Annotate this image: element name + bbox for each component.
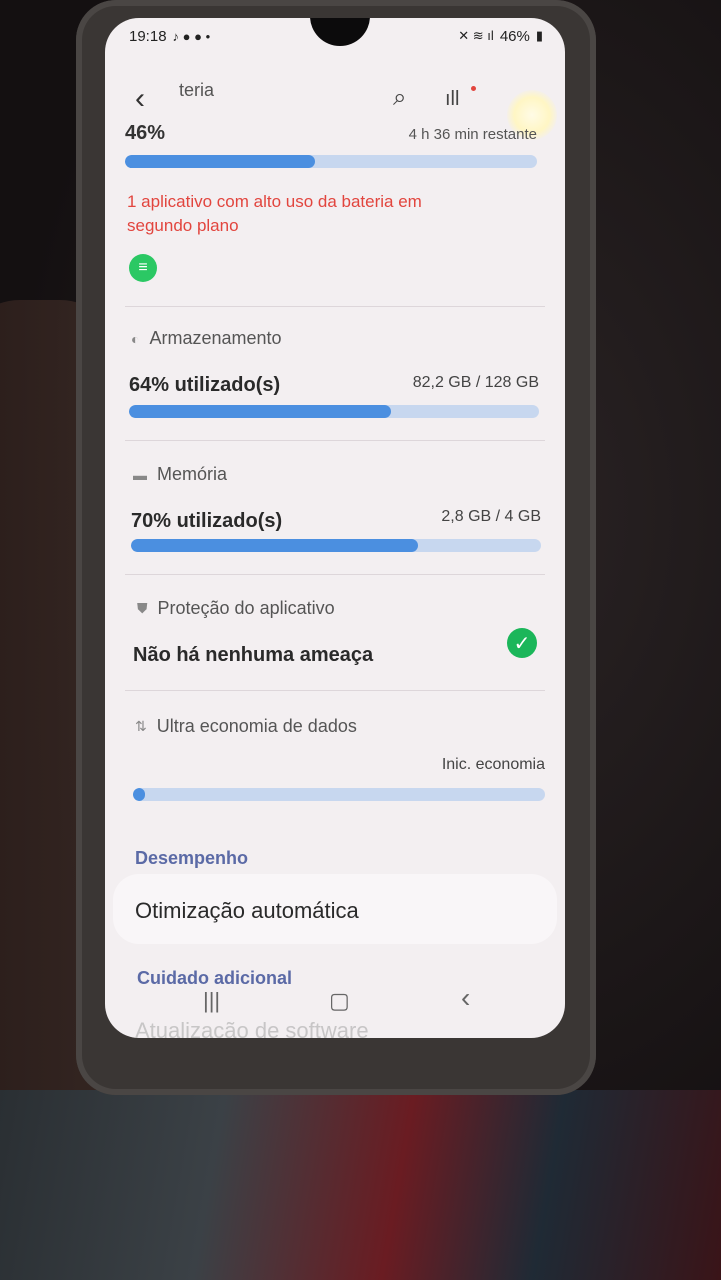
memory-amount: 2,8 GB / 4 GB xyxy=(441,508,541,525)
protection-status: Não há nenhuma ameaça xyxy=(133,644,374,666)
storage-bar-fill xyxy=(129,405,392,418)
stats-icon[interactable]: ıll xyxy=(445,88,459,111)
notification-dot xyxy=(471,86,476,91)
status-bar: 19:18 ♪ ● ● • ✕ ≋ ıl 46% ▮ xyxy=(129,26,543,46)
divider xyxy=(125,690,545,691)
notification-icons: ♪ ● ● • xyxy=(172,28,211,44)
data-saver-action[interactable]: Inic. economia xyxy=(442,756,545,774)
divider xyxy=(125,440,545,441)
battery-bar xyxy=(125,155,537,168)
shield-icon: ⛊ xyxy=(137,600,148,616)
battery-remaining: 4 h 36 min restante xyxy=(408,126,537,143)
memory-title: Memória xyxy=(157,464,228,484)
memory-bar xyxy=(131,539,541,552)
search-icon[interactable]: ⌕ xyxy=(393,84,406,112)
battery-warning[interactable]: 1 aplicativo com alto uso da bateria em … xyxy=(127,190,487,238)
back-nav-icon[interactable]: ‹ xyxy=(461,982,470,1014)
divider xyxy=(125,574,545,575)
data-saver-bar xyxy=(133,788,545,801)
messaging-app-icon[interactable]: ≡ xyxy=(129,254,157,282)
status-time: 19:18 xyxy=(129,27,167,45)
status-battery: 46% xyxy=(499,27,530,45)
data-saver-bar-fill xyxy=(133,788,146,801)
storage-icon: ◐ xyxy=(131,330,140,347)
app-header: ‹ teria ⌕ ıll xyxy=(105,78,565,122)
battery-bar-fill xyxy=(125,155,315,168)
memory-bar-fill xyxy=(131,539,418,552)
software-update-label[interactable]: Atualização de software xyxy=(135,1018,369,1038)
memory-title-row: ▬ Memória xyxy=(133,464,227,485)
data-saver-icon: ⇅ xyxy=(135,718,147,734)
extra-care-label: Cuidado adicional xyxy=(137,968,293,988)
check-icon: ✓ xyxy=(507,628,537,658)
protection-title: Proteção do aplicativo xyxy=(157,598,335,618)
memory-icon: ▬ xyxy=(133,466,147,483)
phone-screen: 19:18 ♪ ● ● • ✕ ≋ ıl 46% ▮ ‹ teria ⌕ ıll… xyxy=(105,18,565,1038)
storage-amount: 82,2 GB / 128 GB xyxy=(412,374,539,391)
storage-title-row: ◐ Armazenamento xyxy=(131,328,282,349)
cloth-background xyxy=(0,1090,721,1280)
performance-label: Desempenho xyxy=(135,848,249,868)
auto-optimization-label: Otimização automática xyxy=(135,898,359,923)
storage-bar xyxy=(129,405,539,418)
protection-title-row: ⛊ Proteção do aplicativo xyxy=(137,598,335,619)
back-icon[interactable]: ‹ xyxy=(135,82,145,116)
navigation-bar: ||| ▢ ‹ xyxy=(105,982,565,1018)
storage-title: Armazenamento xyxy=(149,328,282,348)
divider xyxy=(125,306,545,307)
battery-percent: 46% xyxy=(125,122,166,144)
home-icon[interactable]: ▢ xyxy=(329,988,350,1014)
photo-background: 19:18 ♪ ● ● • ✕ ≋ ıl 46% ▮ ‹ teria ⌕ ıll… xyxy=(0,0,721,1280)
signal-icons: ✕ ≋ ıl xyxy=(458,28,494,43)
page-title: teria xyxy=(179,80,215,100)
memory-used: 70% utilizado(s) xyxy=(131,510,283,532)
battery-icon: ▮ xyxy=(535,28,543,43)
data-saver-title: Ultra economia de dados xyxy=(156,716,357,736)
data-saver-title-row: ⇅ Ultra economia de dados xyxy=(135,716,357,737)
recent-apps-icon[interactable]: ||| xyxy=(203,988,220,1014)
auto-optimization-card[interactable]: Otimização automática xyxy=(113,874,557,944)
storage-used: 64% utilizado(s) xyxy=(129,374,281,396)
